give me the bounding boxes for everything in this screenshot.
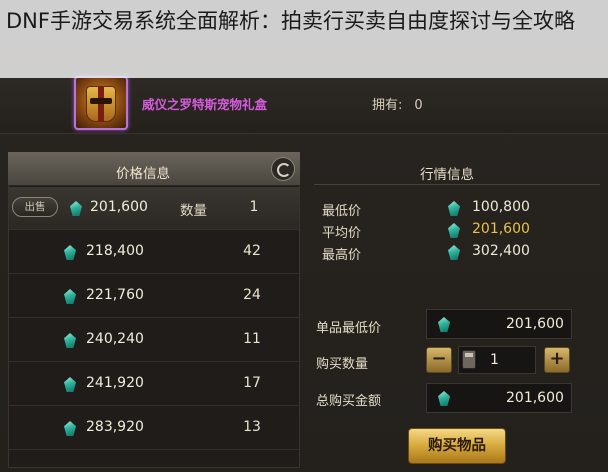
owned-value: 0 [414, 98, 423, 113]
unit-min-price-value: 201,600 [506, 316, 564, 332]
highest-price-label: 最高价 [322, 248, 362, 263]
owned-label: 拥有: [372, 98, 403, 113]
unit-min-price-label: 单品最低价 [316, 321, 382, 336]
buy-quantity-label: 购买数量 [316, 357, 369, 372]
listing-price: 240,240 [86, 331, 144, 347]
highest-price-value: 302,400 [472, 243, 530, 259]
total-amount-label: 总购买金额 [316, 394, 382, 409]
listing-qty: 11 [243, 331, 261, 347]
calculator-icon[interactable] [462, 350, 476, 369]
sell-button[interactable]: 出售 [12, 197, 58, 217]
listing-qty: 13 [243, 419, 261, 435]
listing-qty: 24 [243, 287, 261, 303]
listing-price: 241,920 [86, 375, 144, 391]
item-name: 威仪之罗特斯宠物礼盒 [142, 97, 268, 112]
caption-banner: DNF手游交易系统全面解析：拍卖行买卖自由度探讨与全攻略 [0, 0, 608, 78]
listing-price: 221,760 [86, 287, 144, 303]
average-price-value: 201,600 [472, 221, 530, 237]
listing-price: 283,920 [86, 419, 144, 435]
decrease-quantity-button[interactable]: − [426, 347, 452, 373]
listing-price: 218,400 [86, 243, 144, 259]
lowest-price-label: 最低价 [322, 204, 362, 219]
owned-count: 拥有: 0 [372, 94, 423, 113]
price-panel-title: 价格信息 [116, 166, 170, 182]
listing-price: 201,600 [90, 199, 148, 215]
market-info-title: 行情信息 [420, 167, 474, 183]
quantity-header: 数量 [180, 203, 207, 219]
lowest-price-value: 100,800 [472, 199, 530, 215]
quantity-value: 1 [490, 352, 499, 368]
refresh-icon[interactable] [271, 157, 295, 181]
listing-qty: 42 [243, 243, 261, 259]
listing-qty: 17 [243, 375, 261, 391]
average-price-label: 平均价 [322, 226, 362, 241]
total-amount-value: 201,600 [506, 390, 564, 406]
increase-quantity-button[interactable]: + [544, 347, 570, 373]
listing-qty: 1 [249, 199, 259, 215]
caption-title: DNF手游交易系统全面解析：拍卖行买卖自由度探讨与全攻略 [6, 9, 575, 33]
divider [314, 184, 600, 185]
pet-gift-box-icon[interactable] [74, 76, 128, 130]
buy-item-button[interactable]: 购买物品 [408, 428, 506, 464]
